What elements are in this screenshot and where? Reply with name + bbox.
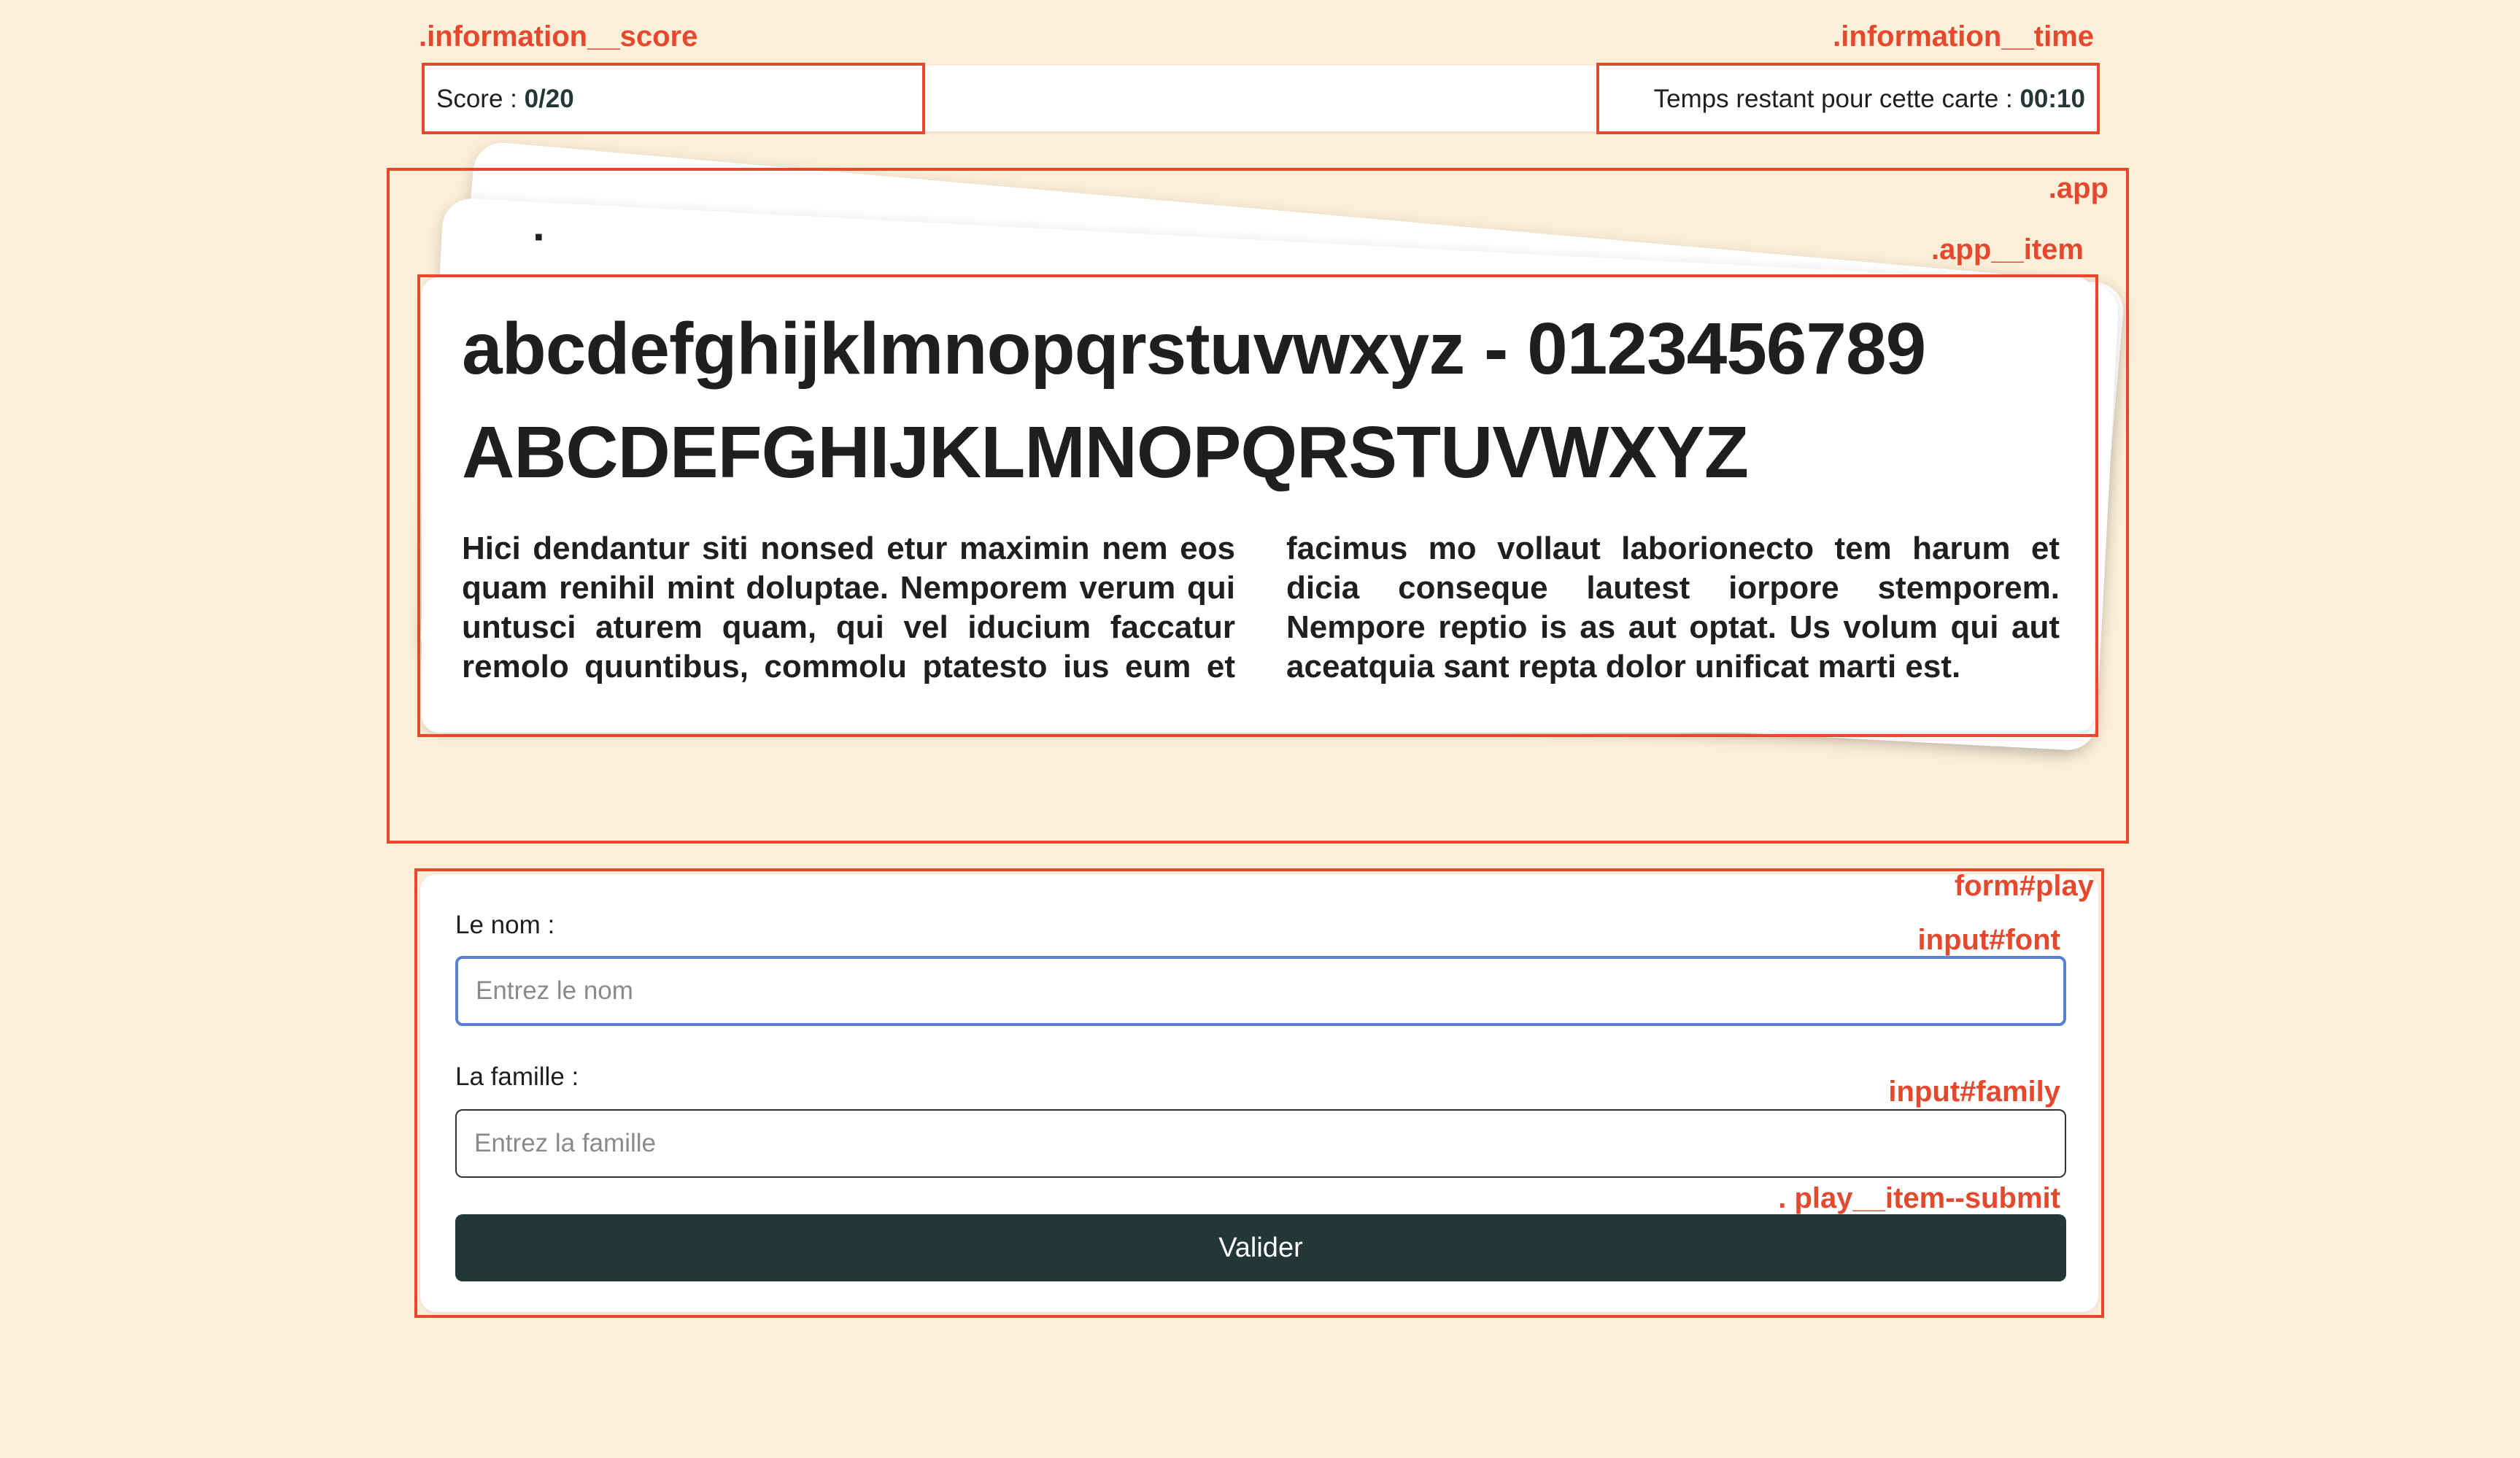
annotation-box-app-item xyxy=(417,274,2098,737)
annotation-app: .app xyxy=(2048,172,2109,204)
annotation-input-font: input#font xyxy=(1917,924,2061,956)
annotation-box-information-time xyxy=(1596,63,2100,134)
annotation-box-form-play xyxy=(414,868,2104,1318)
annotation-app-item: .app__item xyxy=(1931,234,2084,266)
annotation-box-information-score xyxy=(422,63,925,134)
annotation-information-time: .information__time xyxy=(1833,20,2094,53)
annotation-input-family: input#family xyxy=(1888,1076,2060,1108)
annotation-form-play: form#play xyxy=(1954,870,2094,902)
annotation-information-score: .information__score xyxy=(419,20,698,53)
annotation-play-item-submit: . play__item--submit xyxy=(1778,1182,2060,1214)
